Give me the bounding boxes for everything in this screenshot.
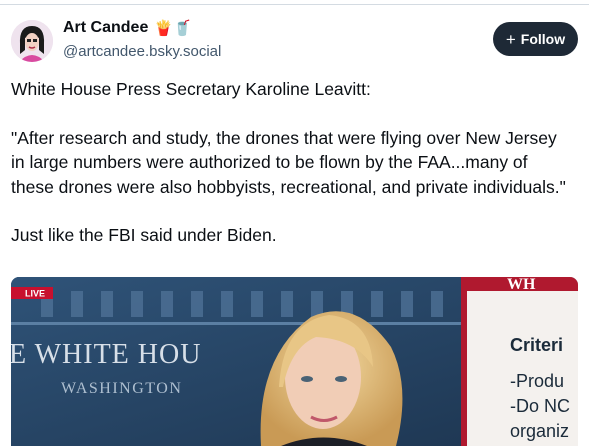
author-name-row: Art Candee 🍟🥤 [63,19,192,37]
backdrop-title: E WHITE HOU [11,339,201,370]
post-line-intro: White House Press Secretary Karoline Lea… [11,79,371,99]
graphic-header: WH [507,277,536,293]
post-header: Art Candee 🍟🥤 @artcandee.bsky.social + F… [11,16,578,68]
graphic-line-2: -Do NC [510,396,570,416]
author-handle[interactable]: @artcandee.bsky.social [63,43,221,60]
post-line-closing: Just like the FBI said under Biden. [11,225,277,245]
live-badge: LIVE [11,287,53,299]
graphic-line-1: -Produ [510,371,564,391]
graphic-line-3: organiz [510,421,569,441]
post-text: White House Press Secretary Karoline Lea… [11,77,571,248]
author-display-name[interactable]: Art Candee [63,19,148,37]
avatar[interactable] [11,20,53,62]
plus-icon: + [505,29,516,49]
fries-soda-emoji-icon: 🍟🥤 [154,19,192,37]
top-divider [0,0,589,5]
follow-label: Follow [520,31,566,47]
news-graphic-panel: WH Criteri -Produ -Do NC organiz [461,277,578,446]
follow-button[interactable]: + Follow [493,22,578,56]
post-quote: "After research and study, the drones th… [11,127,566,197]
post-video-thumbnail[interactable]: E WHITE HOU WASHINGTON WH Criteri -Produ… [11,277,578,446]
graphic-title: Criteri [510,335,563,355]
backdrop-subtitle: WASHINGTON [61,380,182,397]
live-badge-label: LIVE [25,289,45,299]
video-frame: E WHITE HOU WASHINGTON WH Criteri -Produ… [11,277,578,446]
